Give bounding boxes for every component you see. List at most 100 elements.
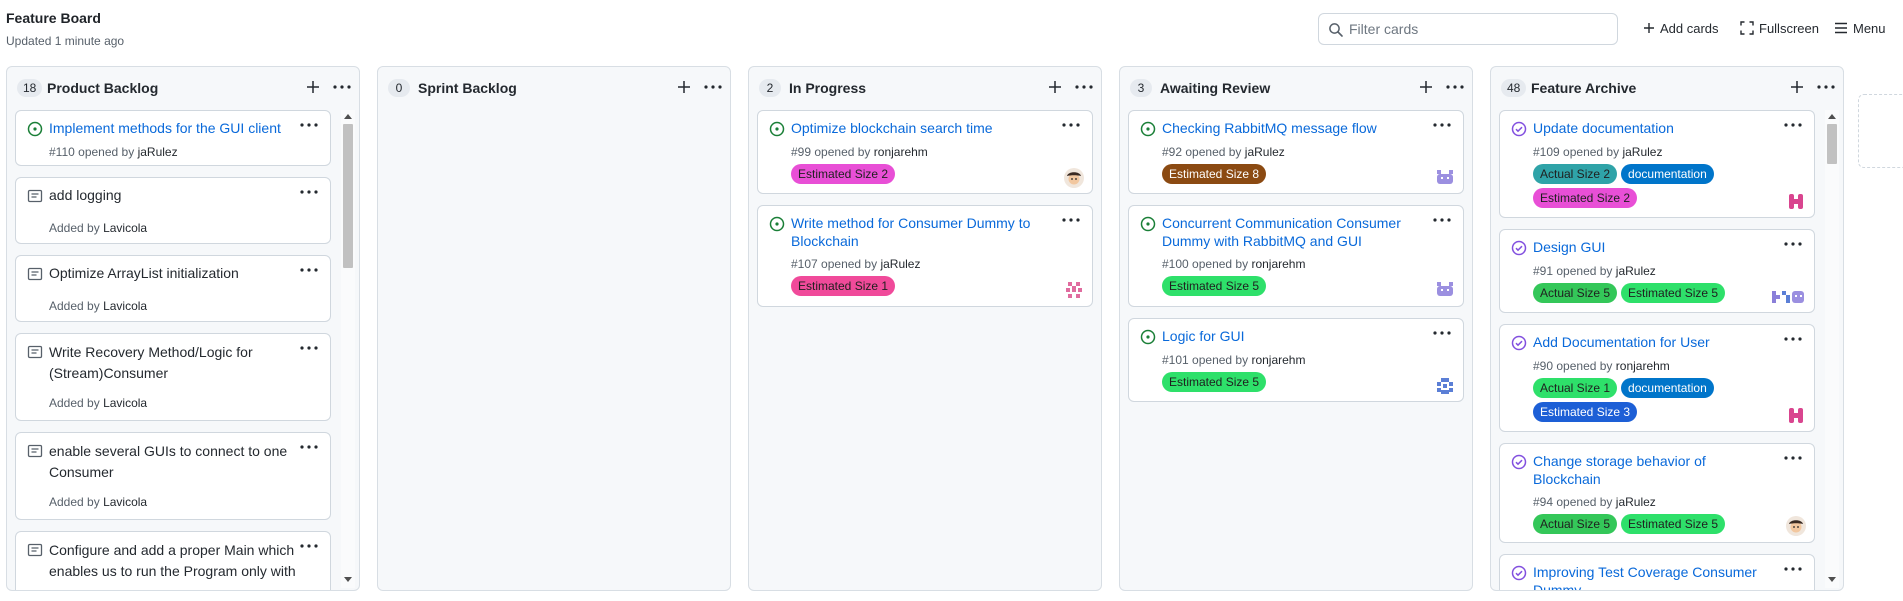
label-estimated-size[interactable]: Estimated Size 5 [1162,276,1267,296]
add-card-plus-icon[interactable] [304,78,322,96]
card-more-icon[interactable] [298,184,320,200]
scrollbar-thumb[interactable] [343,124,353,268]
card-title[interactable]: Write method for Consumer Dummy to Block… [791,214,1051,250]
card-more-icon[interactable] [298,439,320,455]
card-title[interactable]: Configure and add a proper Main which en… [49,540,304,582]
avatar[interactable] [1064,168,1084,188]
card-more-icon[interactable] [1431,212,1453,228]
card-issue-92[interactable]: Checking RabbitMQ message flow #92 opene… [1128,110,1464,194]
card-more-icon[interactable] [1060,117,1082,133]
label-actual-size[interactable]: Actual Size 5 [1533,514,1618,534]
card-more-icon[interactable] [1782,331,1804,347]
label-estimated-size[interactable]: Estimated Size 5 [1621,283,1726,303]
card-more-icon[interactable] [298,262,320,278]
column-more-icon[interactable] [1444,78,1466,96]
card-title[interactable]: Write Recovery Method/Logic for (Stream)… [49,342,274,384]
add-card-plus-icon[interactable] [1046,78,1064,96]
card-note[interactable]: add logging Added by Lavicola [15,177,331,244]
column-more-icon[interactable] [1815,78,1837,96]
scroll-up-icon[interactable] [344,114,352,119]
author-link[interactable]: jaRulez [1616,264,1656,278]
add-card-plus-icon[interactable] [675,78,693,96]
avatar[interactable] [1786,516,1806,536]
card-title[interactable]: Logic for GUI [1162,327,1244,345]
author-link[interactable]: ronjarehm [874,145,928,159]
card-note[interactable]: Write Recovery Method/Logic for (Stream)… [15,333,331,421]
author-link[interactable]: jaRulez [1245,145,1285,159]
card-issue-110[interactable]: Implement methods for the GUI client #11… [15,110,331,166]
filter-cards-input[interactable] [1349,19,1609,39]
card-issue-107[interactable]: Write method for Consumer Dummy to Block… [757,205,1093,307]
card-title[interactable]: Implement methods for the GUI client [49,119,281,137]
author-link[interactable]: jaRulez [1616,495,1656,509]
add-column-placeholder[interactable] [1858,94,1903,168]
card-issue-94[interactable]: Change storage behavior of Blockchain #9… [1499,443,1815,543]
card-more-icon[interactable] [1060,212,1082,228]
label-actual-size[interactable]: Actual Size 2 [1533,164,1618,184]
avatar[interactable] [1435,376,1455,396]
card-title[interactable]: Change storage behavior of Blockchain [1533,452,1773,488]
column-scrollbar[interactable] [1825,110,1839,588]
column-more-icon[interactable] [331,78,353,96]
card-title[interactable]: Add Documentation for User [1533,333,1710,351]
card-title[interactable]: Improving Test Coverage Consumer Dummy [1533,563,1778,590]
avatar-stack[interactable] [1770,287,1808,307]
card-issue-100[interactable]: Concurrent Communication Consumer Dummy … [1128,205,1464,307]
avatar[interactable] [1435,280,1455,300]
card-title[interactable]: Update documentation [1533,119,1674,137]
card-title[interactable]: Optimize blockchain search time [791,119,993,137]
label-documentation[interactable]: documentation [1621,164,1714,184]
avatar[interactable] [1786,405,1806,425]
card-more-icon[interactable] [298,538,320,554]
card-issue-91[interactable]: Design GUI #91 opened by jaRulez Actual … [1499,229,1815,313]
column-more-icon[interactable] [1073,78,1095,96]
card-more-icon[interactable] [298,117,320,133]
menu-button[interactable]: Menu [1834,17,1886,39]
card-note[interactable]: Optimize ArrayList initialization Added … [15,255,331,322]
author-link[interactable]: ronjarehm [1251,257,1305,271]
author-link[interactable]: jaRulez [138,145,178,159]
card-more-icon[interactable] [1431,325,1453,341]
card-more-icon[interactable] [298,340,320,356]
author-link[interactable]: Lavicola [103,495,147,509]
card-more-icon[interactable] [1431,117,1453,133]
label-actual-size[interactable]: Actual Size 5 [1533,283,1618,303]
column-scrollbar[interactable] [341,110,355,588]
column-more-icon[interactable] [702,78,724,96]
filter-cards-field[interactable] [1318,13,1618,45]
add-card-plus-icon[interactable] [1788,78,1806,96]
author-link[interactable]: Lavicola [103,221,147,235]
label-documentation[interactable]: documentation [1621,378,1714,398]
author-link[interactable]: Lavicola [103,299,147,313]
label-estimated-size[interactable]: Estimated Size 2 [1533,188,1638,208]
fullscreen-button[interactable]: Fullscreen [1740,17,1819,39]
author-link[interactable]: ronjarehm [1616,359,1670,373]
card-more-icon[interactable] [1782,561,1804,577]
scroll-down-icon[interactable] [344,577,352,582]
author-link[interactable]: jaRulez [1622,145,1662,159]
avatar[interactable] [1435,168,1455,188]
card-more-icon[interactable] [1782,117,1804,133]
card-title[interactable]: enable several GUIs to connect to one Co… [49,441,294,483]
label-estimated-size[interactable]: Estimated Size 8 [1162,164,1267,184]
card-issue-109[interactable]: Update documentation #109 opened by jaRu… [1499,110,1815,218]
avatar[interactable] [1786,191,1806,211]
scroll-down-icon[interactable] [1828,577,1836,582]
author-link[interactable]: ronjarehm [1251,353,1305,367]
card-title[interactable]: Concurrent Communication Consumer Dummy … [1162,214,1424,250]
card-title[interactable]: add logging [49,186,299,204]
card-note[interactable]: enable several GUIs to connect to one Co… [15,432,331,520]
label-estimated-size[interactable]: Estimated Size 3 [1533,402,1638,422]
author-link[interactable]: jaRulez [880,257,920,271]
author-link[interactable]: Lavicola [103,396,147,410]
card-note[interactable]: Configure and add a proper Main which en… [15,531,331,590]
avatar[interactable] [1064,280,1084,300]
card-title[interactable]: Optimize ArrayList initialization [49,264,299,282]
card-title[interactable]: Checking RabbitMQ message flow [1162,119,1377,137]
label-estimated-size[interactable]: Estimated Size 5 [1621,514,1726,534]
add-card-plus-icon[interactable] [1417,78,1435,96]
card-more-icon[interactable] [1782,236,1804,252]
scroll-up-icon[interactable] [1828,114,1836,119]
label-actual-size[interactable]: Actual Size 1 [1533,378,1618,398]
card-issue-90[interactable]: Add Documentation for User #90 opened by… [1499,324,1815,432]
